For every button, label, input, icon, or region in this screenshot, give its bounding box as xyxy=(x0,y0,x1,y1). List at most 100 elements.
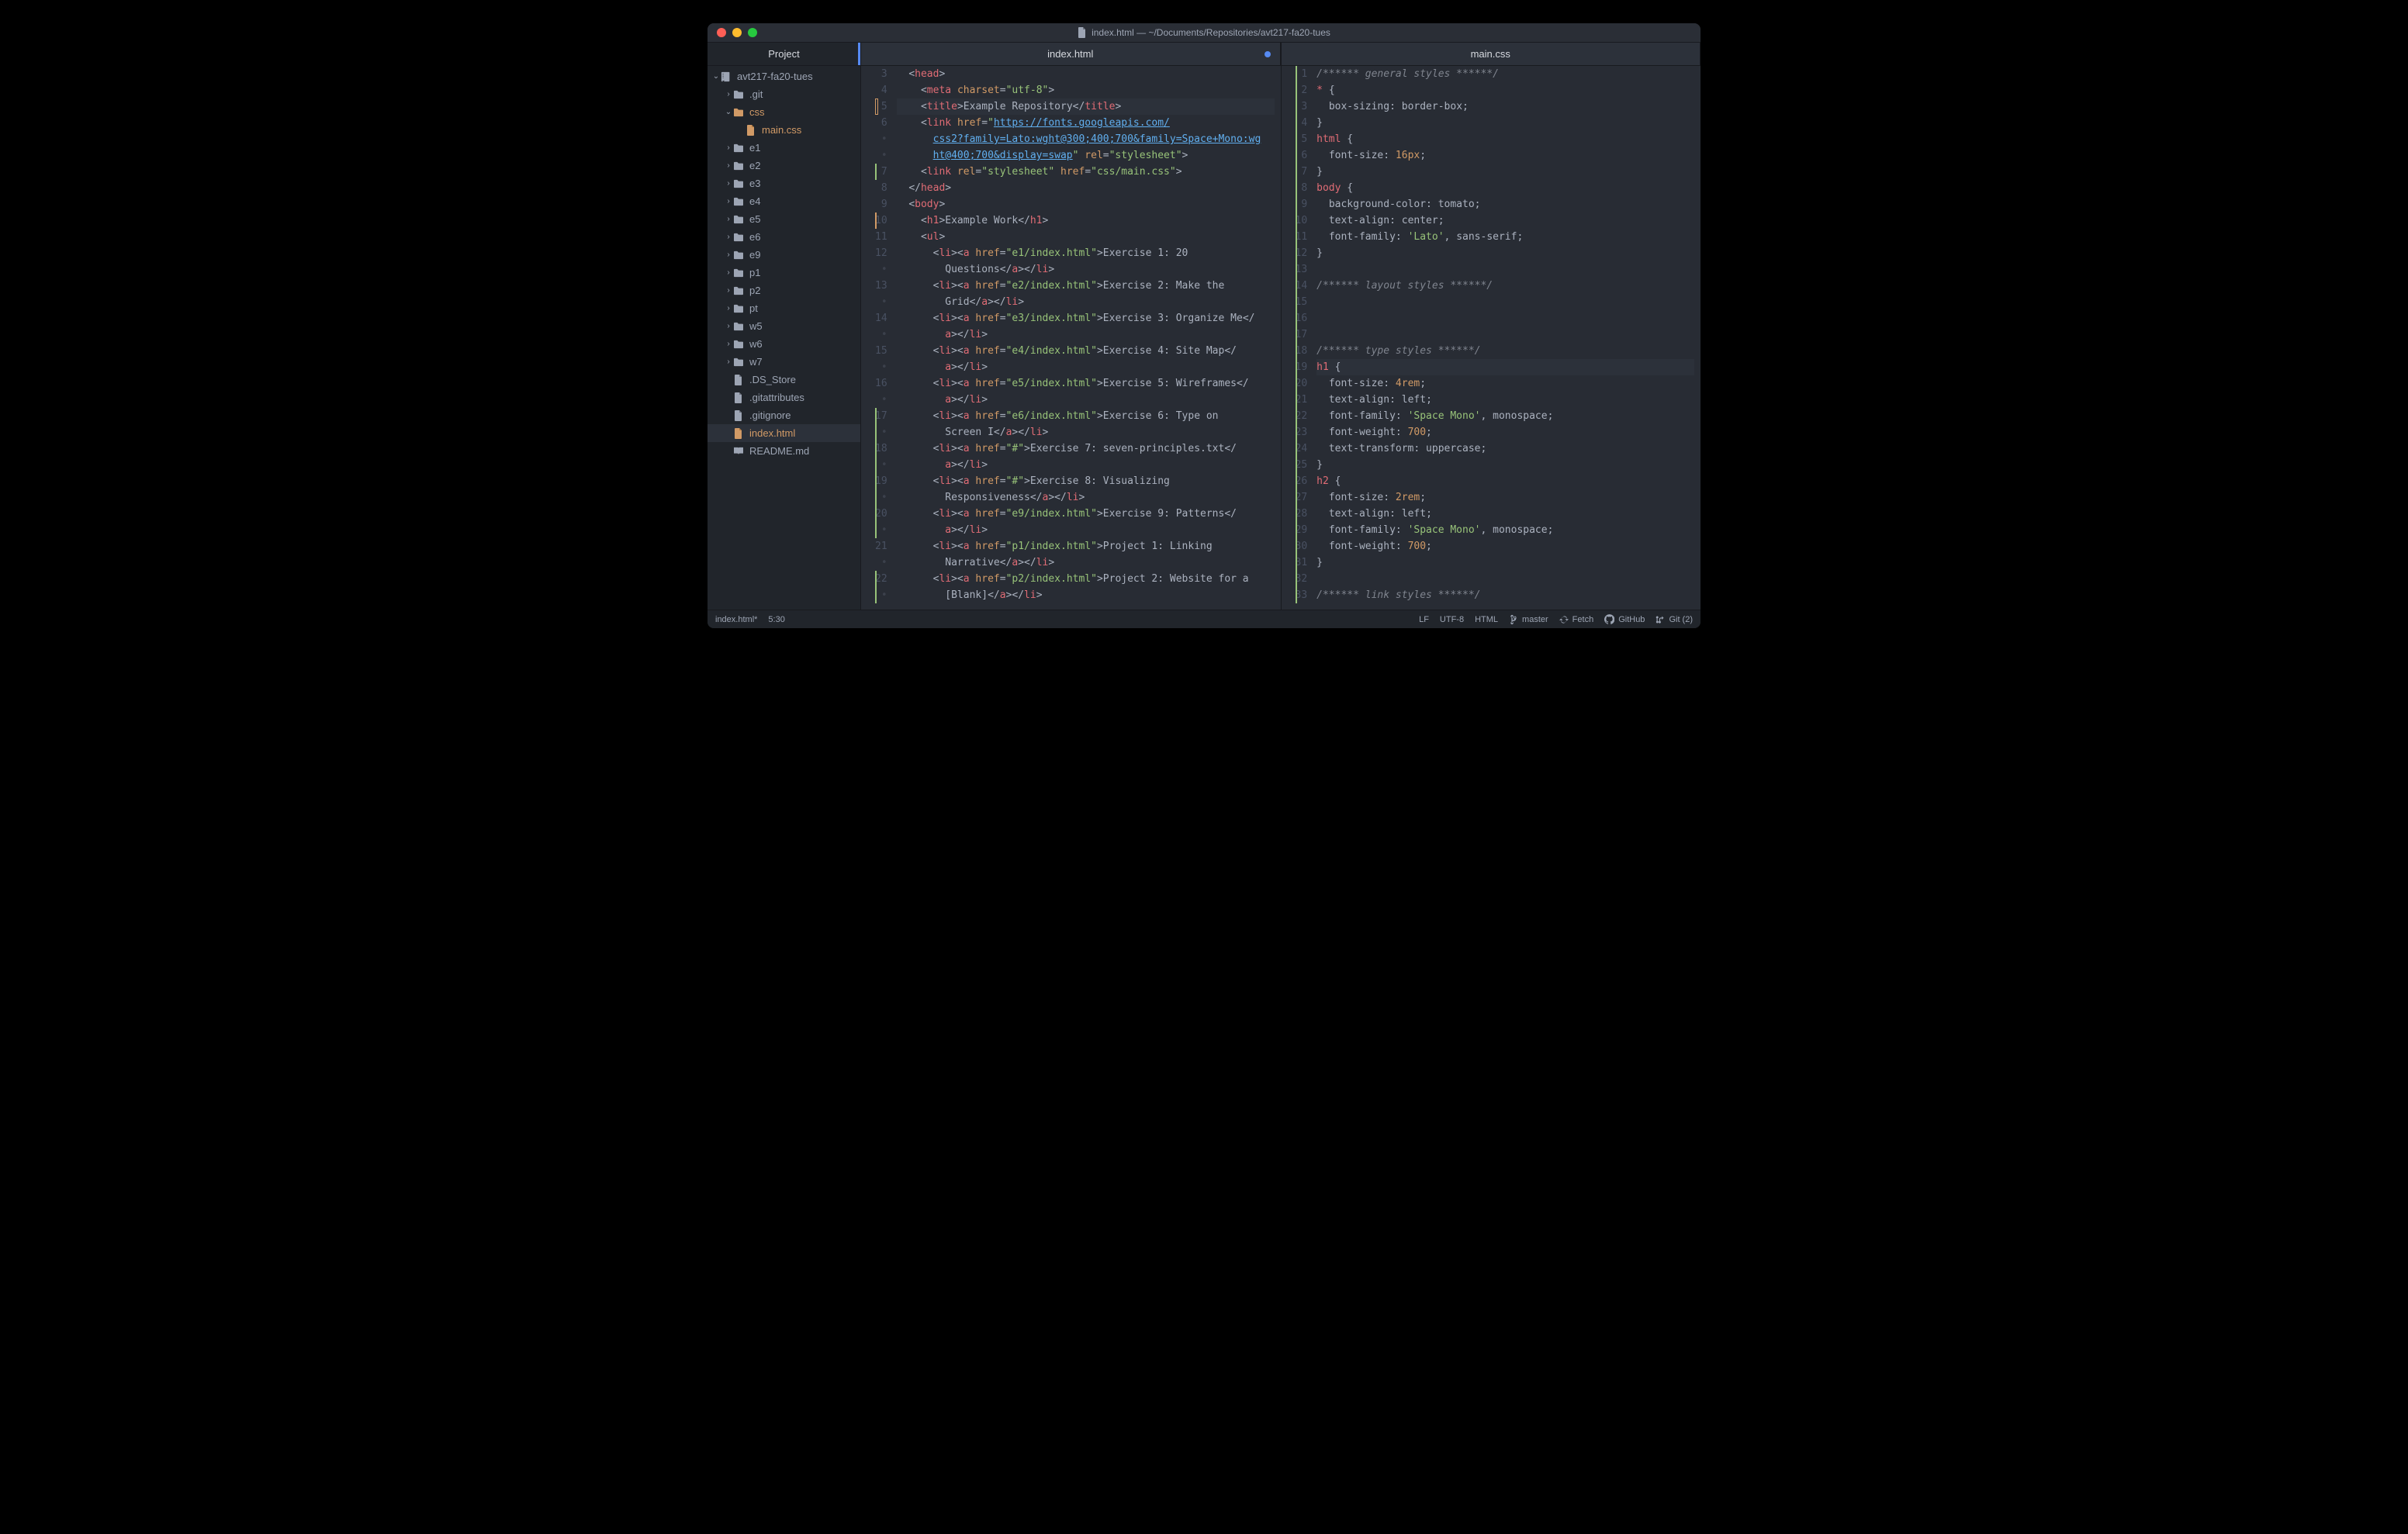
status-fetch[interactable]: Fetch xyxy=(1559,615,1594,624)
code-area[interactable]: /****** general styles ******/* { box-si… xyxy=(1316,66,1700,610)
code-line[interactable]: text-align: center; xyxy=(1316,212,1694,229)
code-line[interactable]: a></li> xyxy=(897,392,1275,408)
line-number[interactable] xyxy=(875,424,887,441)
line-number[interactable]: 25 xyxy=(1296,457,1308,473)
code-line[interactable]: } xyxy=(1316,245,1694,261)
code-line[interactable]: Grid</a></li> xyxy=(897,294,1275,310)
code-line[interactable]: <li><a href="e1/index.html">Exercise 1: … xyxy=(897,245,1275,261)
tree-item-gitignore[interactable]: .gitignore xyxy=(708,406,860,424)
code-line[interactable] xyxy=(1316,294,1694,310)
line-number[interactable]: 10 xyxy=(875,212,887,229)
chevron-down-icon[interactable]: ⌄ xyxy=(712,72,720,81)
line-number[interactable]: 7 xyxy=(875,164,887,180)
line-number[interactable]: 15 xyxy=(875,343,887,359)
code-line[interactable]: text-align: left; xyxy=(1316,392,1694,408)
status-file[interactable]: index.html* xyxy=(715,615,757,624)
line-number[interactable]: 11 xyxy=(875,229,887,245)
line-number[interactable]: 27 xyxy=(1296,489,1308,506)
tree-item-p2[interactable]: ›p2 xyxy=(708,282,860,299)
line-number[interactable] xyxy=(875,326,887,343)
line-number[interactable]: 15 xyxy=(1296,294,1308,310)
tree-item-w5[interactable]: ›w5 xyxy=(708,317,860,335)
line-number[interactable]: 19 xyxy=(875,473,887,489)
line-number[interactable]: 18 xyxy=(875,441,887,457)
code-line[interactable]: <li><a href="e2/index.html">Exercise 2: … xyxy=(897,278,1275,294)
line-number[interactable] xyxy=(875,392,887,408)
line-number[interactable]: 28 xyxy=(1296,506,1308,522)
tree-item-e9[interactable]: ›e9 xyxy=(708,246,860,264)
line-number[interactable]: 22 xyxy=(1296,408,1308,424)
code-line[interactable]: </head> xyxy=(897,180,1275,196)
tree-item-maincss[interactable]: main.css xyxy=(708,121,860,139)
chevron-right-icon[interactable]: › xyxy=(725,304,732,313)
tree-item-pt[interactable]: ›pt xyxy=(708,299,860,317)
code-line[interactable]: <body> xyxy=(897,196,1275,212)
chevron-right-icon[interactable]: › xyxy=(725,233,732,241)
code-line[interactable]: <meta charset="utf-8"> xyxy=(897,82,1275,98)
status-github[interactable]: GitHub xyxy=(1604,614,1645,624)
code-line[interactable]: text-align: left; xyxy=(1316,506,1694,522)
code-line[interactable]: <ul> xyxy=(897,229,1275,245)
line-number[interactable]: 21 xyxy=(1296,392,1308,408)
code-line[interactable]: Questions</a></li> xyxy=(897,261,1275,278)
chevron-right-icon[interactable]: › xyxy=(725,143,732,152)
code-line[interactable]: font-family: 'Lato', sans-serif; xyxy=(1316,229,1694,245)
line-number[interactable]: 16 xyxy=(875,375,887,392)
tree-item-e5[interactable]: ›e5 xyxy=(708,210,860,228)
line-number[interactable]: 5 xyxy=(875,98,887,115)
line-number[interactable]: 18 xyxy=(1296,343,1308,359)
code-line[interactable] xyxy=(1316,310,1694,326)
line-number[interactable]: 30 xyxy=(1296,538,1308,555)
chevron-right-icon[interactable]: › xyxy=(725,340,732,348)
tree-item-w6[interactable]: ›w6 xyxy=(708,335,860,353)
chevron-right-icon[interactable]: › xyxy=(725,286,732,295)
tree-item-e1[interactable]: ›e1 xyxy=(708,139,860,157)
code-line[interactable] xyxy=(1316,261,1694,278)
line-number[interactable]: 8 xyxy=(1296,180,1308,196)
chevron-right-icon[interactable]: › xyxy=(725,250,732,259)
code-line[interactable]: ht@400;700&display=swap" rel="stylesheet… xyxy=(897,147,1275,164)
code-line[interactable]: font-size: 16px; xyxy=(1316,147,1694,164)
close-window-button[interactable] xyxy=(717,28,726,37)
line-number[interactable]: 2 xyxy=(1296,82,1308,98)
chevron-right-icon[interactable]: › xyxy=(725,358,732,366)
code-line[interactable]: css2?family=Lato:wght@300;400;700&family… xyxy=(897,131,1275,147)
line-number[interactable]: 4 xyxy=(1296,115,1308,131)
code-line[interactable]: Screen I</a></li> xyxy=(897,424,1275,441)
chevron-right-icon[interactable]: › xyxy=(725,215,732,223)
line-number[interactable]: 24 xyxy=(1296,441,1308,457)
line-number[interactable] xyxy=(875,147,887,164)
tree-item-indexhtml[interactable]: index.html xyxy=(708,424,860,442)
code-line[interactable]: font-size: 2rem; xyxy=(1316,489,1694,506)
code-line[interactable]: <head> xyxy=(897,66,1275,82)
code-line[interactable]: <link href="https://fonts.googleapis.com… xyxy=(897,115,1275,131)
line-number[interactable]: 20 xyxy=(1296,375,1308,392)
status-branch[interactable]: master xyxy=(1509,614,1548,625)
line-number[interactable] xyxy=(875,587,887,603)
code-line[interactable] xyxy=(1316,571,1694,587)
code-line[interactable]: h1 { xyxy=(1316,359,1694,375)
line-number[interactable]: 19 xyxy=(1296,359,1308,375)
line-number[interactable] xyxy=(875,359,887,375)
tree-item-git[interactable]: ›.git xyxy=(708,85,860,103)
line-number[interactable]: 9 xyxy=(875,196,887,212)
code-line[interactable]: * { xyxy=(1316,82,1694,98)
chevron-right-icon[interactable]: › xyxy=(725,90,732,98)
line-number[interactable] xyxy=(875,261,887,278)
code-line[interactable] xyxy=(1316,326,1694,343)
code-line[interactable]: <li><a href="e6/index.html">Exercise 6: … xyxy=(897,408,1275,424)
tree-item-css[interactable]: ⌄css xyxy=(708,103,860,121)
code-line[interactable]: } xyxy=(1316,164,1694,180)
tree-item-w7[interactable]: ›w7 xyxy=(708,353,860,371)
tree-item-e2[interactable]: ›e2 xyxy=(708,157,860,174)
line-number[interactable]: 20 xyxy=(875,506,887,522)
code-line[interactable]: a></li> xyxy=(897,359,1275,375)
tree-item-e6[interactable]: ›e6 xyxy=(708,228,860,246)
code-line[interactable]: <title>Example Repository</title> xyxy=(897,98,1275,115)
file-tree[interactable]: ⌄avt217-fa20-tues›.git⌄cssmain.css›e1›e2… xyxy=(708,66,860,610)
code-line[interactable]: Responsiveness</a></li> xyxy=(897,489,1275,506)
line-number[interactable] xyxy=(875,522,887,538)
line-number[interactable]: 12 xyxy=(1296,245,1308,261)
code-line[interactable]: a></li> xyxy=(897,522,1275,538)
code-line[interactable]: <li><a href="e9/index.html">Exercise 9: … xyxy=(897,506,1275,522)
